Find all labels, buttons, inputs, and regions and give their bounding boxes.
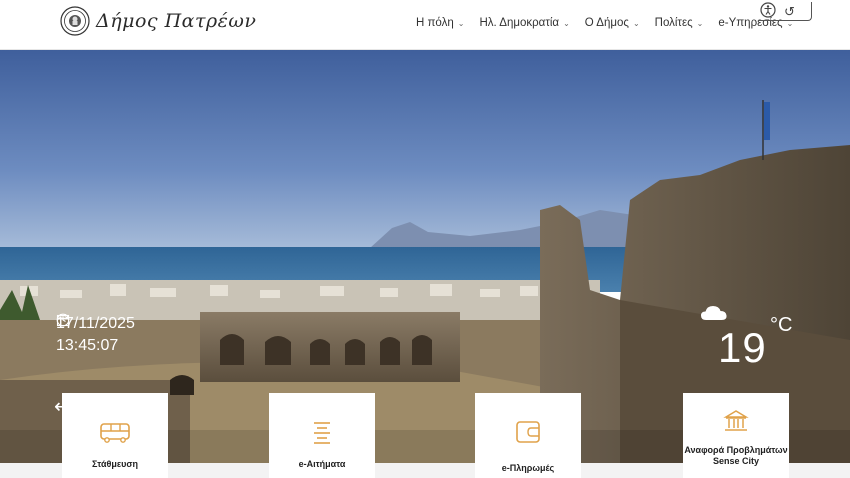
- nav-item-municipality[interactable]: Ο Δήμος ⌄: [585, 17, 640, 29]
- cloud-icon: [701, 306, 727, 320]
- main-nav: Η πόλη ⌄ Ηλ. Δημοκρατία ⌄ Ο Δήμος ⌄ Πολί…: [416, 17, 808, 29]
- card-sense-city[interactable]: Αναφορά Προβλημάτων Sense City: [683, 393, 789, 478]
- card-e-requests[interactable]: e-Αιτήματα: [269, 393, 375, 478]
- nav-item-city[interactable]: Η πόλη ⌄: [416, 17, 464, 29]
- card-label: Αναφορά Προβλημάτων Sense City: [684, 445, 788, 466]
- list-icon: [314, 422, 330, 444]
- clock-icon: [56, 313, 70, 327]
- refresh-icon[interactable]: ↺: [784, 5, 795, 20]
- nav-label: Ηλ. Δημοκρατία: [479, 17, 560, 29]
- card-label: e-Αιτήματα: [298, 459, 346, 469]
- chevron-down-icon: ⌄: [563, 18, 570, 28]
- card-label: Στάθμευση: [91, 459, 139, 469]
- nav-item-citizens[interactable]: Πολίτες ⌄: [655, 17, 704, 29]
- utility-controls: ↺: [758, 2, 814, 22]
- logo-text: Δήμος Πατρέων: [96, 10, 257, 32]
- site-header: Δήμος Πατρέων Η πόλη ⌄ Ηλ. Δημοκρατία ⌄ …: [0, 0, 850, 50]
- nav-label: Ο Δήμος: [584, 17, 629, 29]
- building-icon: [723, 410, 749, 431]
- current-time: 13:45:07: [56, 337, 119, 354]
- nav-label: Η πόλη: [416, 17, 454, 29]
- nav-label: Πολίτες: [654, 17, 693, 29]
- wallet-icon: [516, 421, 540, 443]
- card-e-payments[interactable]: e-Πληρωμές: [475, 393, 581, 478]
- chevron-down-icon: ⌄: [457, 18, 465, 28]
- accessibility-icon[interactable]: [760, 2, 776, 18]
- nav-item-e-democracy[interactable]: Ηλ. Δημοκρατία ⌄: [479, 17, 569, 29]
- weather-widget: 19 °C: [700, 304, 810, 374]
- card-parking[interactable]: Στάθμευση: [62, 393, 168, 478]
- chevron-down-icon: ⌄: [696, 18, 704, 28]
- municipality-seal-icon: [60, 6, 90, 36]
- bus-icon: [100, 423, 130, 443]
- temperature-unit: °C: [770, 314, 793, 336]
- chevron-down-icon: ⌄: [632, 18, 640, 28]
- site-logo[interactable]: Δήμος Πατρέων: [60, 6, 256, 36]
- date-time-widget: 17/11/2025 13:45:07: [56, 313, 135, 357]
- time-row: 13:45:07: [56, 313, 135, 357]
- temperature-value: 19: [718, 324, 767, 371]
- card-label: e-Πληρωμές: [501, 463, 555, 473]
